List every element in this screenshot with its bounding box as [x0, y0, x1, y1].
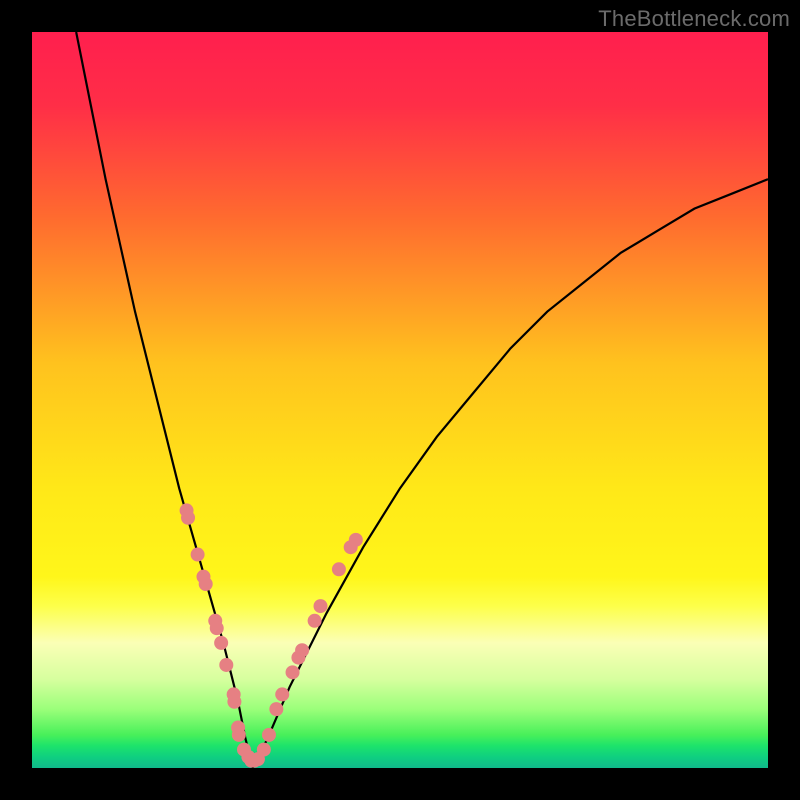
highlight-dot	[308, 614, 322, 628]
plot-area	[32, 32, 768, 768]
highlight-dot	[349, 533, 363, 547]
highlight-dot	[314, 599, 328, 613]
highlight-dot	[232, 728, 246, 742]
highlight-dot	[199, 577, 213, 591]
highlight-dot	[214, 636, 228, 650]
highlight-dot	[286, 665, 300, 679]
highlight-dot	[275, 687, 289, 701]
highlight-dot	[257, 743, 271, 757]
highlight-dot	[227, 695, 241, 709]
chart-svg	[32, 32, 768, 768]
highlight-dot	[262, 728, 276, 742]
highlight-dot	[295, 643, 309, 657]
highlight-dot	[269, 702, 283, 716]
frame: TheBottleneck.com	[0, 0, 800, 800]
highlight-dot	[181, 511, 195, 525]
highlight-dot	[219, 658, 233, 672]
highlight-dot	[210, 621, 224, 635]
bottleneck-curve	[76, 32, 768, 768]
highlight-dot	[191, 548, 205, 562]
highlight-dot	[332, 562, 346, 576]
watermark-text: TheBottleneck.com	[598, 6, 790, 32]
